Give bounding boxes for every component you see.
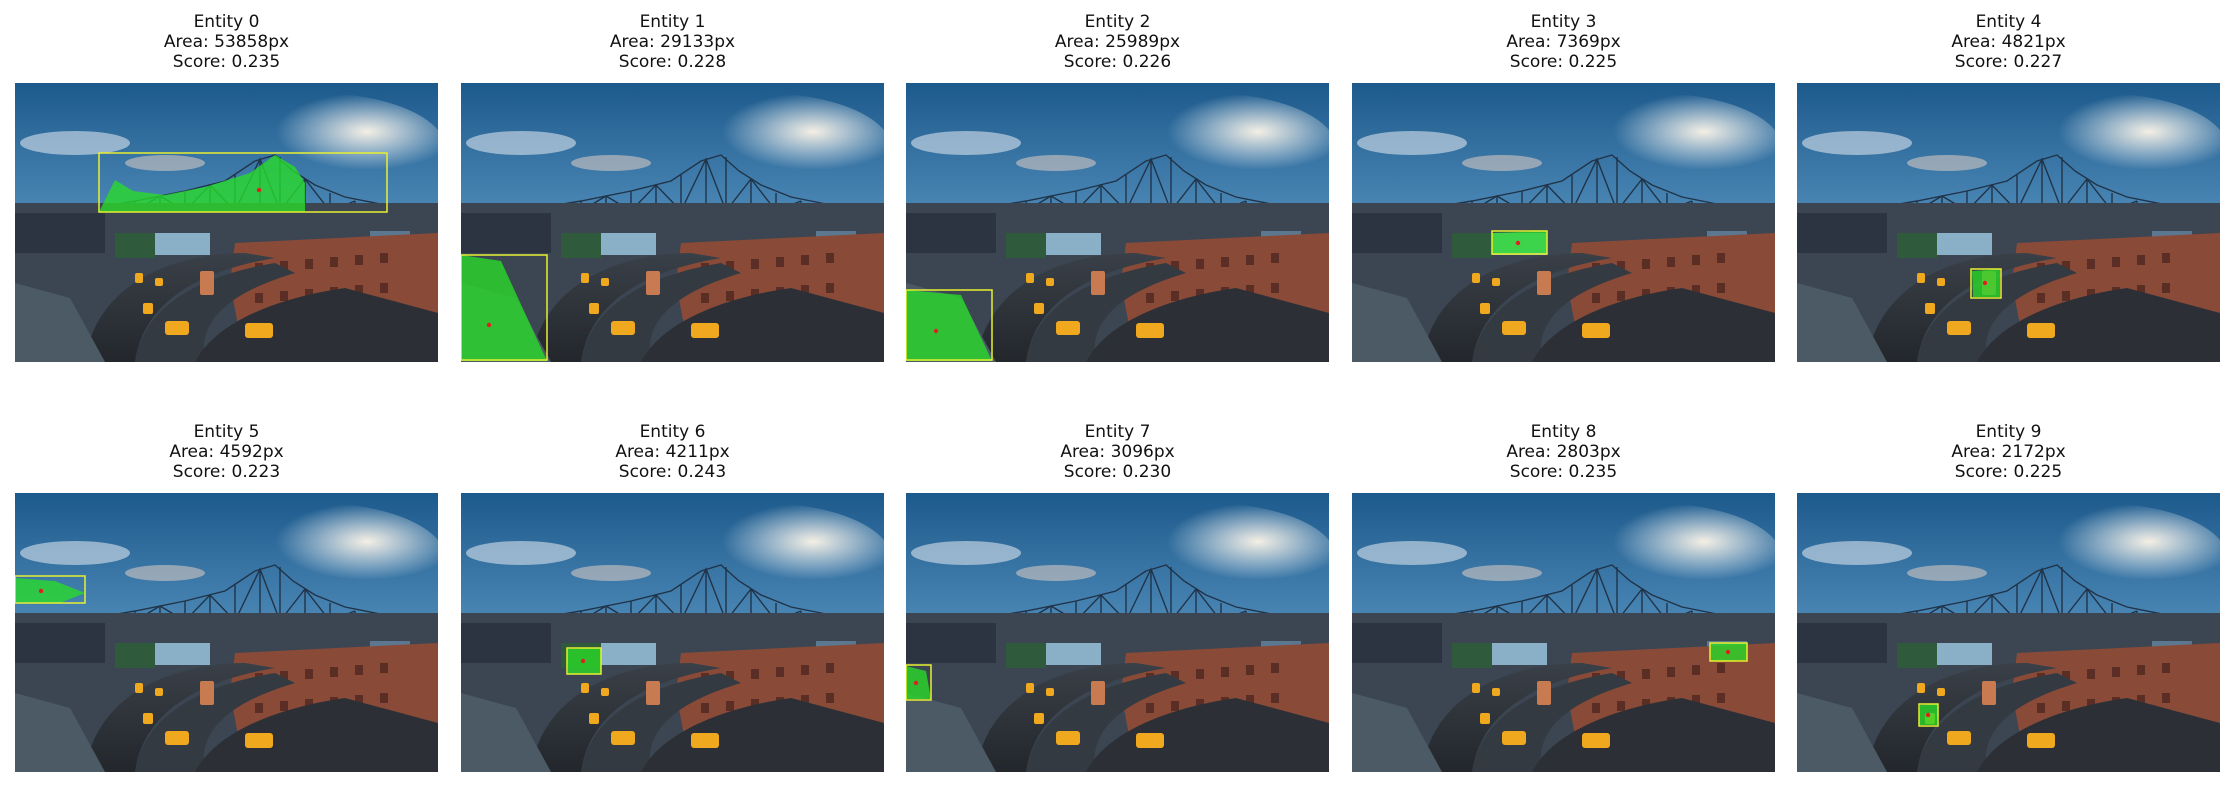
- bridge-photo: [1352, 493, 1775, 772]
- entity-area: Area: 3096px: [1060, 442, 1175, 462]
- prompt-point: [256, 187, 262, 193]
- prompt-point: [1515, 240, 1521, 246]
- bridge-photo: [461, 493, 884, 772]
- entity-score: Score: 0.223: [172, 462, 281, 482]
- entity-area: Area: 4821px: [1951, 32, 2066, 52]
- entity-caption: Entity 4 Area: 4821px Score: 0.227: [1797, 12, 2220, 72]
- entity-title: Entity 5: [193, 422, 260, 442]
- entity-area: Area: 29133px: [609, 32, 736, 52]
- entity-caption: Entity 0 Area: 53858px Score: 0.235: [15, 12, 438, 72]
- prompt-point: [1725, 649, 1731, 655]
- prompt-point: [1982, 280, 1988, 286]
- entity-caption: Entity 1 Area: 29133px Score: 0.228: [461, 12, 884, 72]
- entity-title: Entity 1: [639, 12, 706, 32]
- entity-score: Score: 0.235: [1509, 462, 1618, 482]
- entity-caption: Entity 6 Area: 4211px Score: 0.243: [461, 422, 884, 482]
- entity-area: Area: 2172px: [1951, 442, 2066, 462]
- entity-score: Score: 0.225: [1509, 52, 1618, 72]
- bridge-photo: [461, 83, 884, 362]
- entity-caption: Entity 3 Area: 7369px Score: 0.225: [1352, 12, 1775, 72]
- entity-area: Area: 4211px: [615, 442, 730, 462]
- entity-title: Entity 2: [1084, 12, 1151, 32]
- entity-caption: Entity 7 Area: 3096px Score: 0.230: [906, 422, 1329, 482]
- entity-title: Entity 7: [1084, 422, 1151, 442]
- entity-area: Area: 4592px: [169, 442, 284, 462]
- prompt-point: [913, 680, 919, 686]
- bridge-photo: [15, 83, 438, 362]
- entity-score: Score: 0.235: [172, 52, 281, 72]
- bridge-photo: [906, 493, 1329, 772]
- prompt-point: [580, 658, 586, 664]
- entity-grid: Entity 0 Area: 53858px Score: 0.235 Enti…: [0, 0, 2235, 787]
- entity-score: Score: 0.230: [1063, 462, 1172, 482]
- entity-area: Area: 7369px: [1506, 32, 1621, 52]
- entity-area: Area: 53858px: [163, 32, 290, 52]
- entity-area: Area: 25989px: [1054, 32, 1181, 52]
- bridge-photo: [1797, 493, 2220, 772]
- entity-score: Score: 0.227: [1954, 52, 2063, 72]
- entity-caption: Entity 2 Area: 25989px Score: 0.226: [906, 12, 1329, 72]
- entity-title: Entity 6: [639, 422, 706, 442]
- prompt-point: [486, 322, 492, 328]
- entity-caption: Entity 5 Area: 4592px Score: 0.223: [15, 422, 438, 482]
- entity-title: Entity 0: [193, 12, 260, 32]
- entity-title: Entity 8: [1530, 422, 1597, 442]
- entity-caption: Entity 9 Area: 2172px Score: 0.225: [1797, 422, 2220, 482]
- entity-score: Score: 0.243: [618, 462, 727, 482]
- prompt-point: [933, 328, 939, 334]
- prompt-point: [1925, 712, 1931, 718]
- bridge-photo: [15, 493, 438, 772]
- entity-caption: Entity 8 Area: 2803px Score: 0.235: [1352, 422, 1775, 482]
- entity-score: Score: 0.228: [618, 52, 727, 72]
- bridge-photo: [1352, 83, 1775, 362]
- entity-title: Entity 9: [1975, 422, 2042, 442]
- entity-title: Entity 3: [1530, 12, 1597, 32]
- entity-area: Area: 2803px: [1506, 442, 1621, 462]
- bridge-photo: [1797, 83, 2220, 362]
- entity-score: Score: 0.226: [1063, 52, 1172, 72]
- entity-score: Score: 0.225: [1954, 462, 2063, 482]
- prompt-point: [38, 588, 44, 594]
- entity-title: Entity 4: [1975, 12, 2042, 32]
- bridge-photo: [906, 83, 1329, 362]
